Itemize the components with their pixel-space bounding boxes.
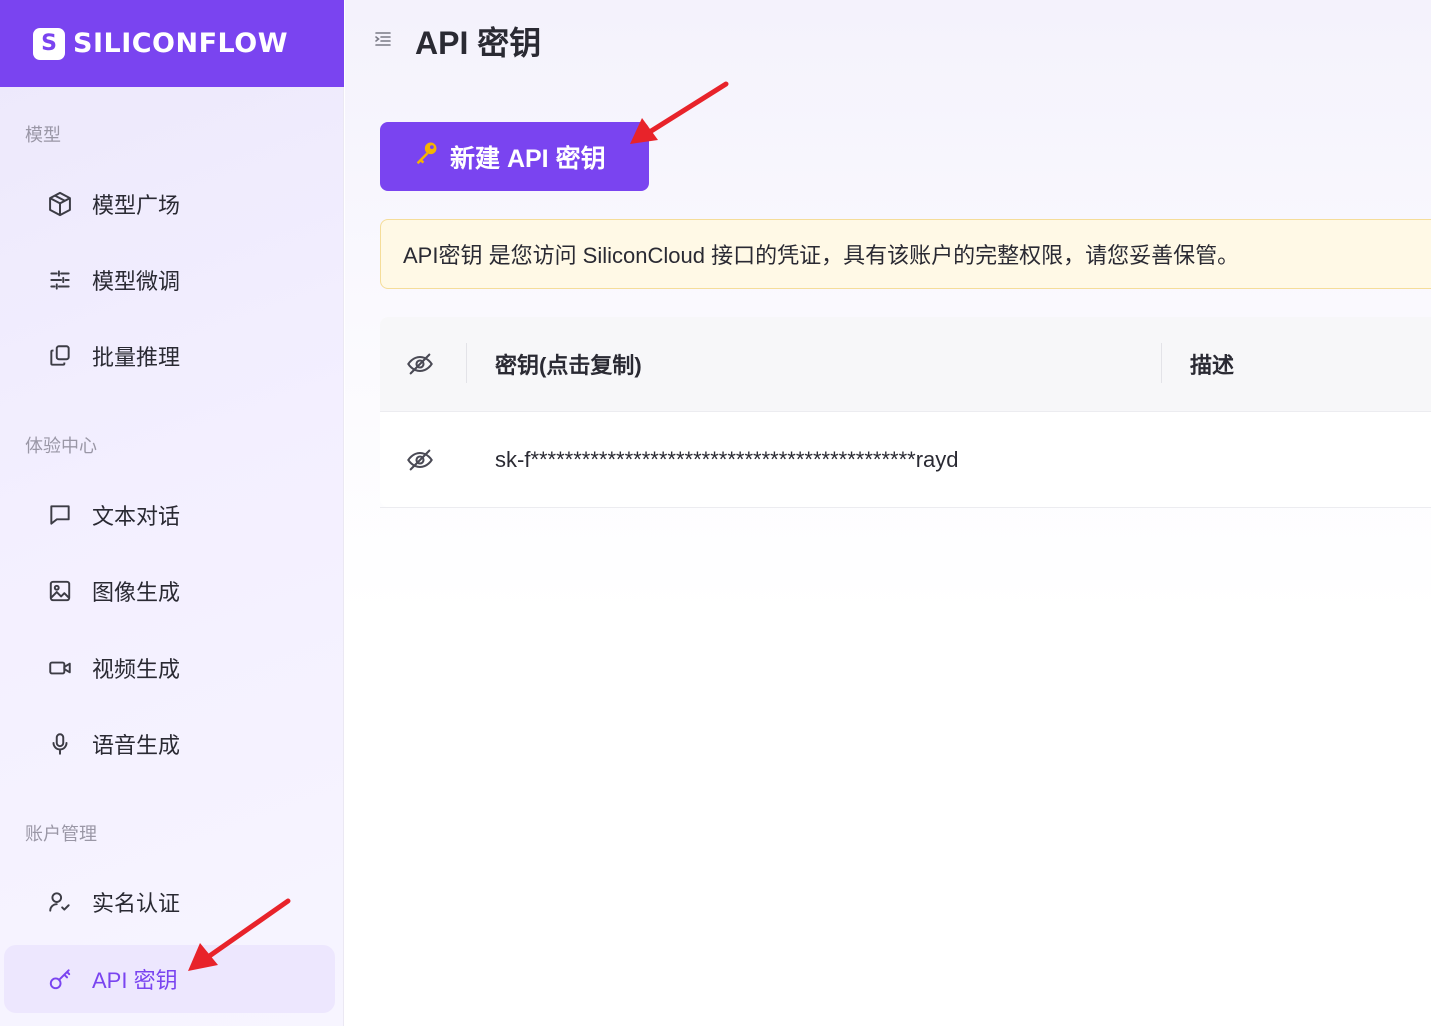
section-label-models: 模型 (25, 125, 61, 145)
menu-collapse-icon[interactable] (373, 29, 393, 49)
page-title: API 密钥 (415, 25, 542, 61)
sidebar: S SILICONFLOW 模型 模型广场 模型微调 批量推理 体验中心 文本对… (0, 0, 344, 1026)
brand-name: SILICONFLOW (73, 28, 289, 59)
video-icon (46, 654, 74, 682)
sliders-icon (46, 266, 74, 294)
key-icon (46, 965, 74, 993)
sidebar-item-fine-tuning[interactable]: 模型微调 (4, 246, 335, 314)
new-api-key-button[interactable]: 新建 API 密钥 (380, 122, 649, 191)
toggle-visibility-icon[interactable] (406, 412, 434, 507)
sidebar-item-text-chat[interactable]: 文本对话 (4, 481, 335, 549)
key-emoji-icon (412, 139, 440, 174)
sidebar-item-audio-generation[interactable]: 语音生成 (4, 710, 335, 778)
sidebar-item-label: 批量推理 (92, 345, 181, 370)
security-notice: API密钥 是您访问 SiliconCloud 接口的凭证，具有该账户的完整权限… (380, 219, 1431, 289)
microphone-icon (46, 730, 74, 758)
column-divider (1161, 343, 1162, 383)
section-label-account: 账户管理 (25, 824, 97, 844)
sidebar-item-api-keys[interactable]: API 密钥 (4, 945, 335, 1013)
sidebar-item-label: 模型广场 (92, 193, 181, 218)
chat-icon (46, 501, 74, 529)
table-header: 密钥(点击复制) 描述 (380, 317, 1431, 412)
sidebar-item-label: 图像生成 (92, 580, 181, 605)
sidebar-item-image-generation[interactable]: 图像生成 (4, 557, 335, 625)
api-keys-table: 密钥(点击复制) 描述 sk-f************************… (380, 317, 1431, 508)
toggle-visibility-all-icon[interactable] (406, 317, 434, 411)
sidebar-item-verification[interactable]: 实名认证 (4, 868, 335, 936)
sidebar-item-batch-inference[interactable]: 批量推理 (4, 322, 335, 390)
sidebar-item-label: API 密钥 (92, 968, 178, 993)
sidebar-item-label: 文本对话 (92, 504, 181, 529)
sidebar-item-label: 视频生成 (92, 657, 181, 682)
sidebar-item-video-generation[interactable]: 视频生成 (4, 634, 335, 702)
column-header-key[interactable]: 密钥(点击复制) (495, 317, 642, 411)
main-content: API 密钥 新建 API 密钥 API密钥 是您访问 SiliconCloud… (345, 0, 1431, 1026)
sidebar-item-model-square[interactable]: 模型广场 (4, 170, 335, 238)
sidebar-item-label: 语音生成 (92, 733, 181, 758)
column-header-description: 描述 (1190, 353, 1235, 378)
logo-icon: S (33, 27, 65, 60)
new-api-key-label: 新建 API 密钥 (450, 144, 606, 173)
cube-icon (46, 190, 74, 218)
column-divider (466, 343, 467, 383)
section-label-experience: 体验中心 (25, 436, 97, 456)
image-icon (46, 577, 74, 605)
user-check-icon (46, 888, 74, 916)
api-key-value[interactable]: sk-f************************************… (495, 412, 959, 507)
sidebar-item-label: 模型微调 (92, 269, 181, 294)
notice-text: API密钥 是您访问 SiliconCloud 接口的凭证，具有该账户的完整权限… (403, 243, 1240, 268)
sidebar-item-label: 实名认证 (92, 891, 181, 916)
table-row: sk-f************************************… (380, 412, 1431, 508)
brand-header[interactable]: S SILICONFLOW (0, 0, 344, 87)
copy-stack-icon (46, 342, 74, 370)
